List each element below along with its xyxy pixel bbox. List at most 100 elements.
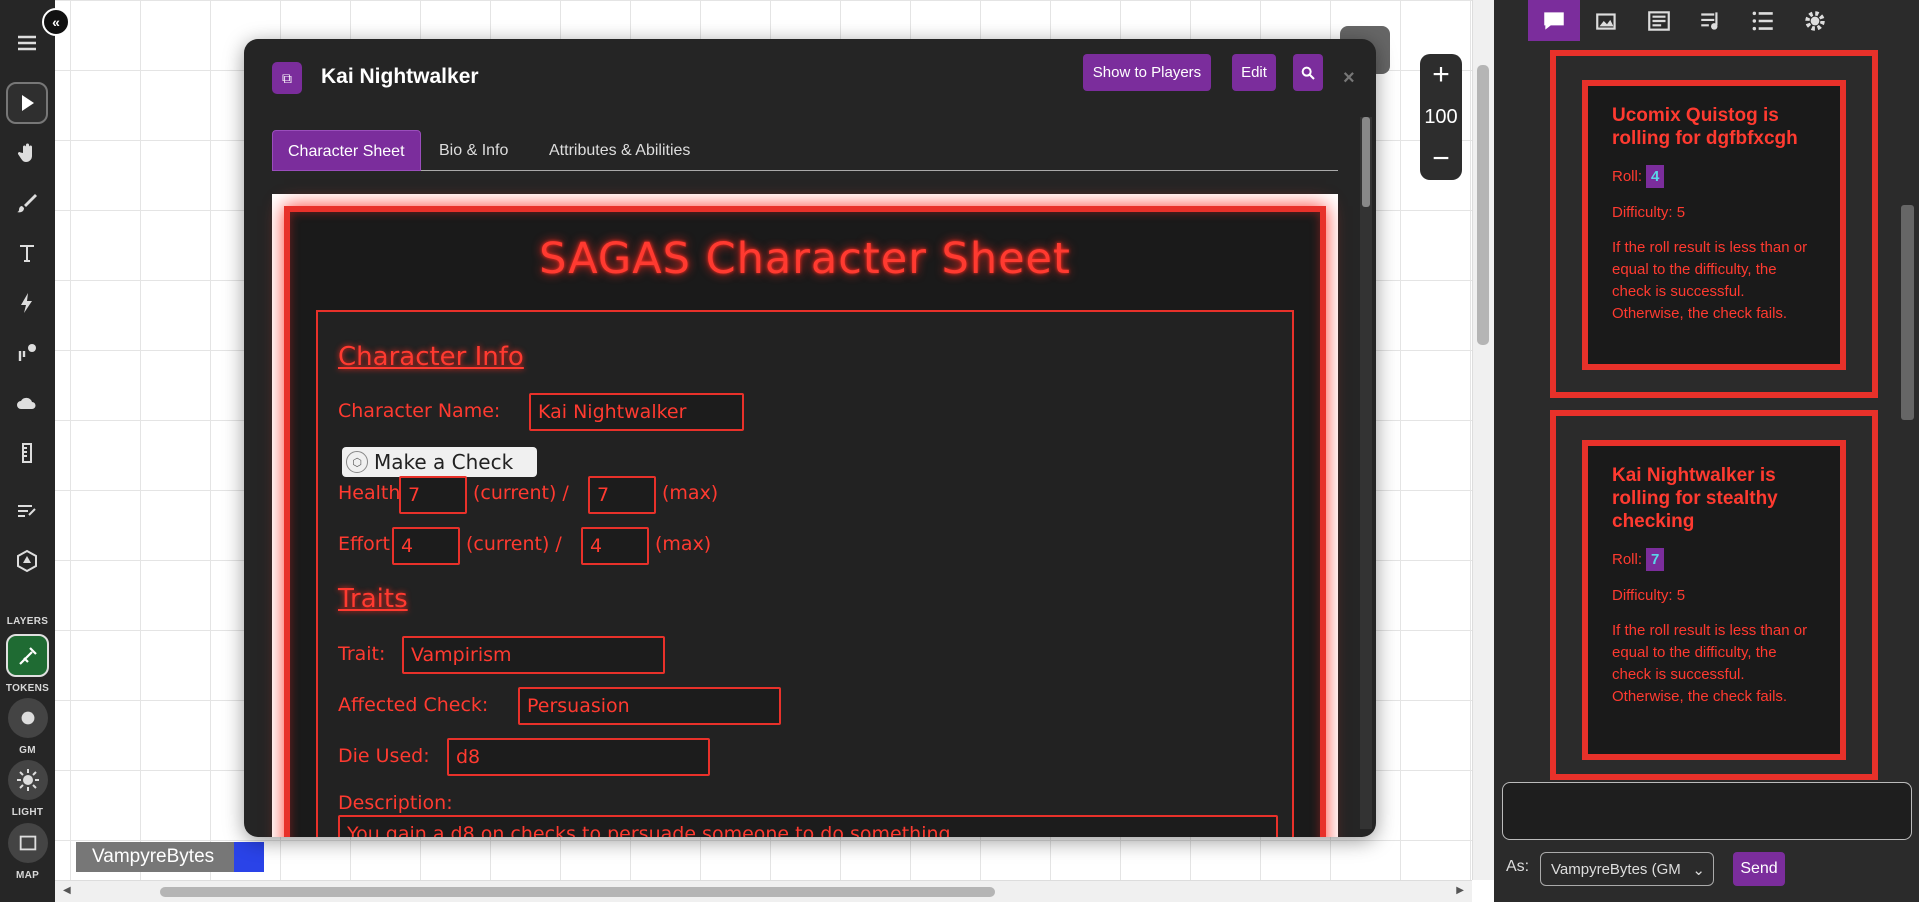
tokens-layer-button[interactable] [6,634,49,677]
gm-layer-button[interactable] [8,698,48,738]
journal-tab-icon[interactable] [1633,0,1685,41]
character-name-label: Character Name: [338,400,501,422]
trait-field[interactable]: Vampirism [402,636,665,674]
sword-icon [18,646,37,665]
light-layer-button[interactable] [8,760,48,800]
effort-current-field[interactable]: 4 [392,527,460,565]
search-icon [1301,66,1315,80]
chat-scroll-thumb[interactable] [1901,205,1914,420]
tab-attributes-abilities[interactable]: Attributes & Abilities [534,130,705,171]
send-button[interactable]: Send [1733,852,1785,886]
jukebox-tab-icon[interactable] [1685,0,1737,41]
horizontal-scrollbar[interactable]: ◀ ▶ [55,880,1472,902]
roll-description: If the roll result is less than or equal… [1612,239,1808,322]
notes-icon[interactable] [6,490,48,532]
scroll-left-icon[interactable]: ◀ [63,885,71,896]
fx-icon[interactable] [6,332,48,374]
tab-character-sheet[interactable]: Character Sheet [272,130,421,171]
map-label: MAP [15,870,40,881]
character-info-heading: Character Info [338,342,524,372]
chat-tab-icon[interactable] [1528,0,1580,41]
fog-cloud-icon[interactable] [6,382,48,424]
chat-input[interactable] [1502,782,1912,840]
sheet-frame: SAGAS Character Sheet Character Info Cha… [284,206,1326,837]
dialog-title: Kai Nightwalker [321,65,479,88]
pan-hand-icon[interactable] [6,132,48,174]
die-used-field[interactable]: d8 [447,738,710,776]
dialog-scroll-thumb[interactable] [1362,117,1370,207]
tokens-label: TOKENS [5,683,50,694]
popout-icon[interactable]: ⧉ [272,62,302,94]
collapse-toolbar-icon[interactable]: « [42,8,70,36]
roll-value[interactable]: 4 [1646,165,1665,188]
art-library-tab-icon[interactable] [1581,0,1633,41]
map-layer-button[interactable] [8,823,48,863]
difficulty-text: Difficulty: 5 [1612,204,1686,221]
settings-gear-icon[interactable] [1789,0,1841,41]
light-label: LIGHT [11,807,44,818]
character-name-field[interactable]: Kai Nightwalker [529,393,744,431]
description-field[interactable]: You gain a d8 on checks to persuade some… [338,815,1278,837]
make-a-check-label: Make a Check [374,450,514,474]
sun-icon [17,769,39,791]
brush-icon[interactable] [6,182,48,224]
chat-scrollbar[interactable] [1896,50,1919,770]
roll-title: Ucomix Quistog is rolling for dgfbfxcgh [1612,105,1798,149]
horizontal-scroll-thumb[interactable] [160,887,995,897]
roll-card: Ucomix Quistog is rolling for dgfbfxcgh … [1582,80,1846,370]
menu-icon[interactable] [6,22,48,64]
chat-message: Ucomix Quistog is rolling for dgfbfxcgh … [1550,50,1878,398]
lightning-icon[interactable] [6,282,48,324]
show-to-players-button[interactable]: Show to Players [1083,54,1211,91]
health-current-field[interactable]: 7 [399,476,467,514]
roll-title: Kai Nightwalker is rolling for stealthy … [1612,465,1778,532]
traits-heading: Traits [338,584,408,614]
speaking-as-select[interactable]: VampyreBytes (GM ⌄ [1540,852,1714,886]
effort-label: Effort: [338,533,397,555]
roll-label: Roll: [1612,551,1643,568]
make-a-check-button[interactable]: ⬡ Make a Check [342,447,537,477]
chat-message: Kai Nightwalker is rolling for stealthy … [1550,410,1878,780]
dialog-scrollbar[interactable] [1360,117,1372,829]
character-dialog: ⧉ Kai Nightwalker Show to Players Edit ×… [244,39,1376,837]
roll-line: Roll: 7 [1612,548,1816,571]
left-toolbar: LAYERS TOKENS GM LIGHT MAP [0,0,55,902]
sheet-title: SAGAS Character Sheet [539,234,1071,284]
roll-line: Roll: 4 [1612,165,1816,188]
difficulty-text: Difficulty: 5 [1612,587,1686,604]
roll-value[interactable]: 7 [1646,548,1665,571]
player-name: VampyreBytes [92,846,215,867]
vertical-scrollbar[interactable] [1472,0,1494,880]
effort-max-field[interactable]: 4 [581,527,649,565]
character-info-box: Character Info Character Name: Kai Night… [316,310,1294,837]
player-color-swatch [234,842,264,872]
speaking-as-label: As: [1506,858,1530,875]
dialog-header[interactable]: ⧉ Kai Nightwalker Show to Players Edit × [244,39,1376,109]
player-tag: VampyreBytes [76,842,264,872]
scroll-right-icon[interactable]: ▶ [1456,885,1464,896]
zoom-out-button[interactable]: − [1420,138,1462,180]
ruler-icon[interactable] [6,432,48,474]
health-max-field[interactable]: 7 [588,476,656,514]
description-label: Description: [338,792,453,814]
compendium-tab-icon[interactable] [1737,0,1789,41]
right-sidebar: Ucomix Quistog is rolling for dgfbfxcgh … [1494,0,1919,902]
gm-label: GM [19,745,36,756]
zoom-control: + 100 − [1420,54,1462,180]
vertical-scroll-thumb[interactable] [1477,65,1489,345]
tab-bio-info[interactable]: Bio & Info [424,130,523,171]
d20-icon: ⬡ [346,451,368,473]
health-label: Health: [338,482,407,504]
text-tool-icon[interactable] [6,232,48,274]
trait-label: Trait: [338,643,386,665]
search-button[interactable] [1293,54,1323,91]
close-button[interactable]: × [1343,67,1355,90]
select-tool-icon[interactable] [6,82,48,124]
effort-current-label: (current) / [466,533,562,555]
edit-button[interactable]: Edit [1232,54,1276,91]
zoom-in-button[interactable]: + [1420,54,1462,96]
affected-check-field[interactable]: Persuasion [518,687,781,725]
chevron-down-icon: ⌄ [1692,862,1705,879]
dice-icon[interactable] [6,540,48,582]
health-max-label: (max) [662,482,719,504]
